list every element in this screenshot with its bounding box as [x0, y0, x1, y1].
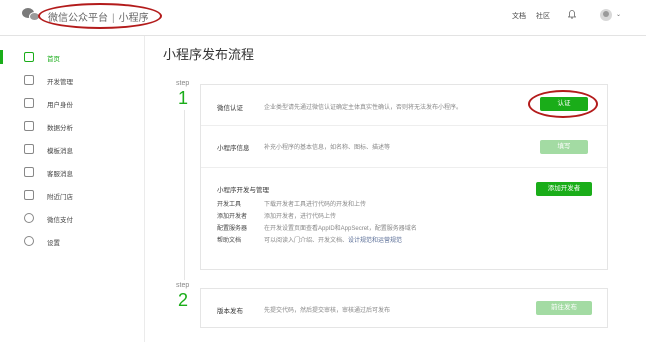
settings-icon — [24, 236, 34, 246]
sidebar-item-home[interactable]: 首页 — [0, 48, 145, 66]
home-icon — [24, 52, 34, 62]
chevron-down-icon[interactable]: ⌄ — [616, 11, 621, 18]
help-docs-prefix[interactable]: 可以阅读入门介绍、开发文档、 — [264, 238, 348, 244]
nav-community-link[interactable]: 社区 — [536, 11, 550, 21]
sidebar-item-label: 用户身份 — [47, 102, 73, 109]
sidebar-item-service-msg[interactable]: 客服消息 — [0, 163, 145, 181]
info-desc: 补充小程序的基本信息，如名称、图标、描述等 — [264, 145, 391, 151]
nav-doc-link[interactable]: 文档 — [512, 11, 526, 21]
info-label: 小程序信息 — [217, 145, 250, 152]
sidebar-item-settings[interactable]: 设置 — [0, 232, 145, 250]
step-2-number: 2 — [178, 290, 189, 310]
top-bar: 微信公众平台 | 小程序 文档 社区 ⌄ — [0, 0, 646, 36]
add-dev-desc: 添加开发者，进行代码上传 — [264, 214, 337, 220]
dev-label: 小程序开发与管理 — [217, 187, 269, 194]
step-2-label: step — [176, 282, 190, 289]
template-icon — [24, 144, 34, 154]
annotation-oval-brand — [38, 3, 162, 29]
service-icon — [24, 167, 34, 177]
sidebar-item-label: 客服消息 — [47, 171, 73, 178]
server-config-desc[interactable]: 在开发设置页面查看AppID和AppSecret，配置服务器域名 — [264, 223, 417, 232]
sidebar-item-dev-manage[interactable]: 开发管理 — [0, 71, 145, 89]
sidebar-item-analytics[interactable]: 数据分析 — [0, 117, 145, 135]
publish-label: 版本发布 — [217, 308, 243, 315]
add-developer-button[interactable]: 添加开发者 — [536, 182, 592, 196]
sidebar-item-label: 首页 — [47, 56, 60, 63]
sidebar-item-nearby-store[interactable]: 附近门店 — [0, 186, 145, 204]
sidebar-item-wechat-pay[interactable]: 微信支付 — [0, 209, 145, 227]
dev-tools-label: 开发工具 — [217, 202, 242, 208]
avatar[interactable] — [600, 9, 612, 21]
step-1-label: step — [176, 80, 190, 87]
help-docs-link[interactable]: 设计规范和运营规范 — [348, 238, 402, 244]
publish-button[interactable]: 前往发布 — [536, 301, 592, 315]
dev-tools-desc[interactable]: 下载开发者工具进行代码的开发和上传 — [264, 199, 366, 208]
add-dev-label: 添加开发者 — [217, 214, 248, 220]
help-docs-desc: 可以阅读入门介绍、开发文档、设计规范和运营规范 — [264, 235, 402, 244]
code-icon — [24, 75, 34, 85]
pay-icon — [24, 213, 34, 223]
user-icon — [24, 98, 34, 108]
sidebar-item-label: 设置 — [47, 240, 60, 247]
publish-desc: 先提交代码，然后提交审核，审核通过后可发布 — [264, 308, 391, 314]
help-docs-label: 帮助文档 — [217, 238, 242, 244]
sidebar-item-label: 数据分析 — [47, 125, 73, 132]
store-icon — [24, 190, 34, 200]
bell-icon[interactable] — [568, 10, 576, 19]
sidebar: 首页 开发管理 用户身份 数据分析 模板消息 客服消息 附近门店 微信支付 设置 — [0, 36, 145, 342]
annotation-oval-verify — [528, 90, 598, 118]
info-fill-button[interactable]: 填写 — [540, 140, 588, 154]
sidebar-item-label: 模板消息 — [47, 148, 73, 155]
chart-icon — [24, 121, 34, 131]
verify-label: 微信认证 — [217, 105, 243, 112]
sidebar-item-label: 微信支付 — [47, 217, 73, 224]
sidebar-item-user-identity[interactable]: 用户身份 — [0, 94, 145, 112]
server-config-label: 配置服务器 — [217, 226, 248, 232]
sidebar-item-label: 开发管理 — [47, 79, 73, 86]
sidebar-item-template-msg[interactable]: 模板消息 — [0, 140, 145, 158]
sidebar-item-label: 附近门店 — [47, 194, 73, 201]
timeline-line — [184, 110, 185, 280]
step-1-number: 1 — [178, 88, 189, 108]
verify-desc: 企业类型请先通过微信认证确定主体真实性确认，否则将无法发布小程序。 — [264, 105, 463, 111]
page-title: 小程序发布流程 — [163, 47, 255, 62]
